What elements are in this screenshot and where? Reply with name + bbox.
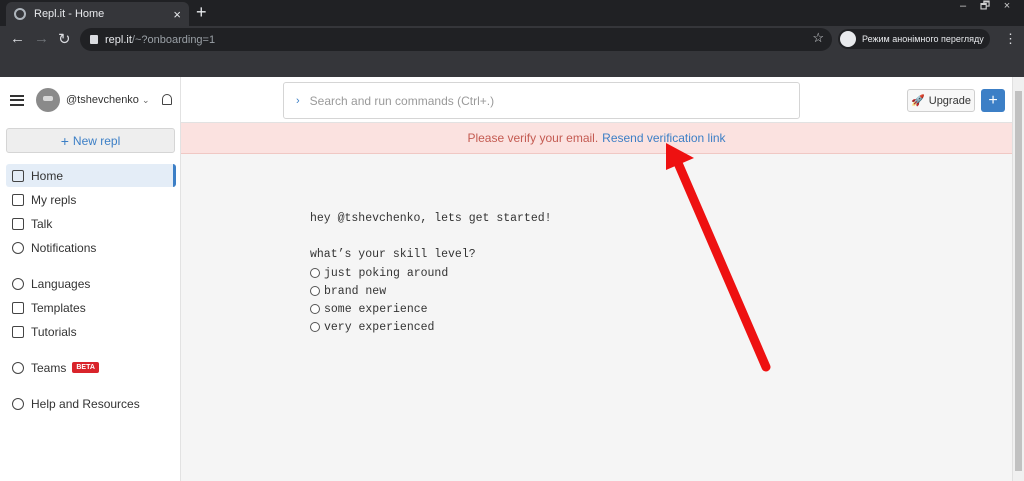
command-search[interactable]: › — [283, 82, 800, 119]
sidebar-item-notifications[interactable]: Notifications — [6, 236, 176, 259]
incognito-icon — [840, 31, 856, 47]
create-plus-button[interactable]: + — [981, 89, 1005, 112]
minimize-button[interactable]: – — [952, 0, 974, 14]
new-repl-button[interactable]: + New repl — [6, 128, 175, 153]
skill-option[interactable]: brand new — [310, 282, 552, 300]
main-content: › 🚀 Upgrade + Please verify your email. … — [181, 77, 1012, 481]
incognito-indicator[interactable]: Режим анонімного перегляду — [838, 29, 990, 49]
book-icon — [12, 325, 24, 338]
sidebar-item-templates[interactable]: Templates — [6, 296, 176, 319]
verify-email-banner: Please verify your email. Resend verific… — [181, 123, 1012, 154]
sidebar-item-label: Home — [31, 168, 64, 183]
notifications-bell-icon[interactable] — [162, 94, 172, 105]
scrollbar-thumb[interactable] — [1015, 91, 1022, 471]
address-bar[interactable]: repl.it /~?onboarding=1 ☆ — [80, 28, 832, 51]
browser-tab-strip: Repl.it - Home × + – 🗗 × — [0, 0, 1024, 26]
lock-icon — [90, 35, 98, 44]
onboarding-greeting: hey @tshevchenko, lets get started! — [310, 212, 552, 225]
sidebar-item-talk[interactable]: Talk — [6, 212, 176, 235]
avatar[interactable] — [36, 88, 60, 112]
sidebar-nav: Home My repls Talk Notifications Languag… — [6, 164, 176, 416]
tab-title: Repl.it - Home — [34, 8, 105, 20]
radio-button[interactable] — [310, 304, 320, 314]
chevron-down-icon[interactable]: ⌄ — [142, 95, 150, 106]
radio-button[interactable] — [310, 286, 320, 296]
new-tab-button[interactable]: + — [196, 2, 207, 22]
users-icon — [12, 361, 24, 374]
sidebar-item-my-repls[interactable]: My repls — [6, 188, 176, 211]
window-controls: – 🗗 × — [952, 0, 1018, 14]
skill-question: what’s your skill level? — [310, 248, 476, 261]
sidebar-item-teams[interactable]: Teams BETA — [6, 356, 176, 379]
browser-tab[interactable]: Repl.it - Home × — [6, 2, 189, 26]
sidebar-item-label: Help and Resources — [31, 396, 140, 411]
radio-button[interactable] — [310, 322, 320, 332]
onboarding-spacer — [310, 228, 552, 246]
upgrade-button[interactable]: 🚀 Upgrade — [907, 89, 975, 112]
resend-verification-link[interactable]: Resend verification link — [602, 131, 725, 145]
new-repl-label: New repl — [72, 133, 121, 148]
sidebar-item-languages[interactable]: Languages — [6, 272, 176, 295]
plus-icon: + — [60, 132, 69, 149]
templates-icon — [12, 301, 24, 314]
tab-close-icon[interactable]: × — [173, 7, 181, 22]
incognito-label: Режим анонімного перегляду — [862, 34, 984, 44]
search-input[interactable] — [309, 93, 730, 108]
browser-menu-icon[interactable]: ⋮ — [1004, 31, 1017, 47]
skill-option-label: very experienced — [324, 320, 435, 334]
prompt-chevron-icon: › — [296, 94, 300, 107]
talk-icon — [12, 217, 24, 230]
browser-toolbar: ← → ↻ repl.it /~?onboarding=1 ☆ Режим ан… — [0, 26, 1024, 52]
verify-email-message: Please verify your email. — [467, 131, 599, 145]
folder-icon — [12, 193, 24, 206]
rocket-icon: 🚀 — [911, 95, 925, 107]
page-scrollbar[interactable] — [1012, 77, 1024, 481]
username[interactable]: @tshevchenko — [66, 94, 139, 106]
replit-favicon-icon — [14, 8, 26, 20]
skill-option[interactable]: some experience — [310, 300, 552, 318]
app-container: @tshevchenko ⌄ + New repl Home My repls … — [0, 77, 1024, 481]
back-arrow-icon[interactable]: ← — [10, 30, 25, 47]
sidebar-item-label: Tutorials — [31, 324, 77, 339]
sidebar-item-home[interactable]: Home — [6, 164, 176, 187]
bookmark-star-icon[interactable]: ☆ — [812, 30, 824, 46]
sidebar-item-label: Languages — [31, 276, 91, 291]
sidebar-item-label: Teams — [31, 360, 67, 375]
info-icon — [12, 397, 24, 410]
restore-button[interactable]: 🗗 — [974, 0, 996, 14]
sidebar: @tshevchenko ⌄ + New repl Home My repls … — [0, 77, 181, 481]
onboarding-panel: hey @tshevchenko, lets get started! what… — [310, 210, 552, 336]
forward-arrow-icon[interactable]: → — [34, 30, 49, 47]
sidebar-item-help[interactable]: Help and Resources — [6, 392, 176, 415]
skill-option[interactable]: very experienced — [310, 318, 552, 336]
skill-option-label: brand new — [324, 284, 387, 298]
sidebar-item-label: Notifications — [31, 240, 97, 255]
bookmarks-bar — [0, 52, 1024, 77]
reload-icon[interactable]: ↻ — [58, 30, 71, 48]
skill-option[interactable]: just poking around — [310, 264, 552, 282]
close-window-button[interactable]: × — [996, 0, 1018, 14]
sidebar-item-label: Talk — [31, 216, 53, 231]
url-host: repl.it — [105, 33, 132, 46]
beta-badge: BETA — [72, 362, 99, 373]
bell-icon — [12, 241, 24, 254]
upgrade-label: Upgrade — [928, 94, 971, 107]
sidebar-header: @tshevchenko ⌄ — [0, 77, 180, 123]
top-bar: › 🚀 Upgrade + — [181, 77, 1012, 123]
radio-button[interactable] — [310, 268, 320, 278]
sidebar-item-label: Templates — [31, 300, 86, 315]
sidebar-item-tutorials[interactable]: Tutorials — [6, 320, 176, 343]
home-icon — [12, 169, 24, 182]
hamburger-menu-icon[interactable] — [10, 94, 24, 106]
url-path: /~?onboarding=1 — [131, 33, 216, 46]
sidebar-item-label: My repls — [31, 192, 77, 207]
skill-option-label: just poking around — [324, 266, 449, 280]
skill-option-label: some experience — [324, 302, 428, 316]
globe-icon — [12, 277, 24, 290]
